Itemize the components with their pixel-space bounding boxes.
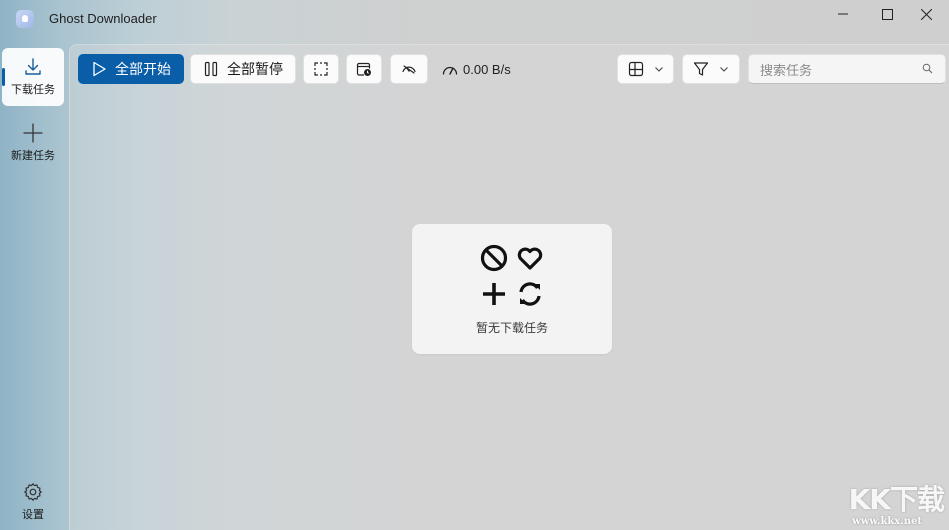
empty-state-message: 暂无下载任务 [475, 321, 548, 335]
sidebar-item-label: 下载任务 [11, 84, 55, 96]
sidebar-item-new-task[interactable]: 新建任务 [2, 114, 64, 172]
speed-value: 0.00 B/s [463, 62, 511, 77]
watermark: KK下载 www.kkx.net [830, 478, 948, 528]
pause-all-label: 全部暂停 [227, 61, 283, 77]
download-speed: 0.00 B/s [442, 62, 511, 77]
refresh-icon [514, 278, 546, 310]
search-box[interactable] [748, 54, 946, 85]
gear-icon [24, 483, 42, 501]
search-input[interactable] [749, 55, 922, 85]
maximize-icon [881, 8, 893, 20]
pause-all-button[interactable]: 全部暂停 [190, 54, 296, 84]
layout-grid-icon [628, 61, 643, 77]
prohibited-icon [478, 242, 510, 274]
watermark-logo: KK下载 [848, 483, 945, 516]
download-icon [25, 58, 41, 75]
title-bar: Ghost Downloader [0, 0, 949, 40]
sidebar-item-settings[interactable]: 设置 [2, 476, 64, 528]
watermark-url: www.kkx.net [852, 516, 922, 527]
app-ghost-icon [16, 10, 34, 28]
start-all-button[interactable]: 全部开始 [78, 54, 184, 84]
speed-limit-button[interactable] [390, 54, 428, 84]
close-button[interactable] [903, 0, 949, 28]
filter-dropdown[interactable] [682, 54, 740, 84]
chevron-down-icon [654, 67, 663, 72]
play-icon [93, 61, 106, 77]
filter-icon [693, 62, 709, 76]
view-layout-dropdown[interactable] [617, 54, 674, 84]
calendar-clock-icon [356, 62, 371, 76]
sidebar-item-label: 新建任务 [11, 150, 55, 162]
pause-icon [204, 61, 218, 77]
chevron-down-icon [720, 67, 728, 72]
select-button[interactable] [303, 54, 339, 84]
start-all-label: 全部开始 [115, 61, 171, 77]
schedule-button[interactable] [346, 54, 382, 84]
close-icon [920, 8, 932, 20]
minimize-button[interactable] [820, 0, 866, 28]
plus-icon [23, 123, 43, 143]
speedometer-icon [402, 65, 416, 74]
speedometer-icon [442, 66, 458, 75]
minimize-icon [838, 13, 848, 15]
heart-icon [514, 242, 546, 274]
selection-icon [314, 62, 328, 76]
search-icon[interactable] [922, 63, 933, 74]
sidebar-item-download-tasks[interactable]: 下载任务 [2, 48, 64, 106]
app-title: Ghost Downloader [49, 11, 157, 26]
empty-state-illustration [478, 242, 548, 312]
sidebar-item-label: 设置 [22, 509, 44, 521]
active-indicator [2, 68, 5, 86]
plus-icon [478, 278, 510, 310]
empty-state-card: 暂无下载任务 [412, 224, 612, 354]
